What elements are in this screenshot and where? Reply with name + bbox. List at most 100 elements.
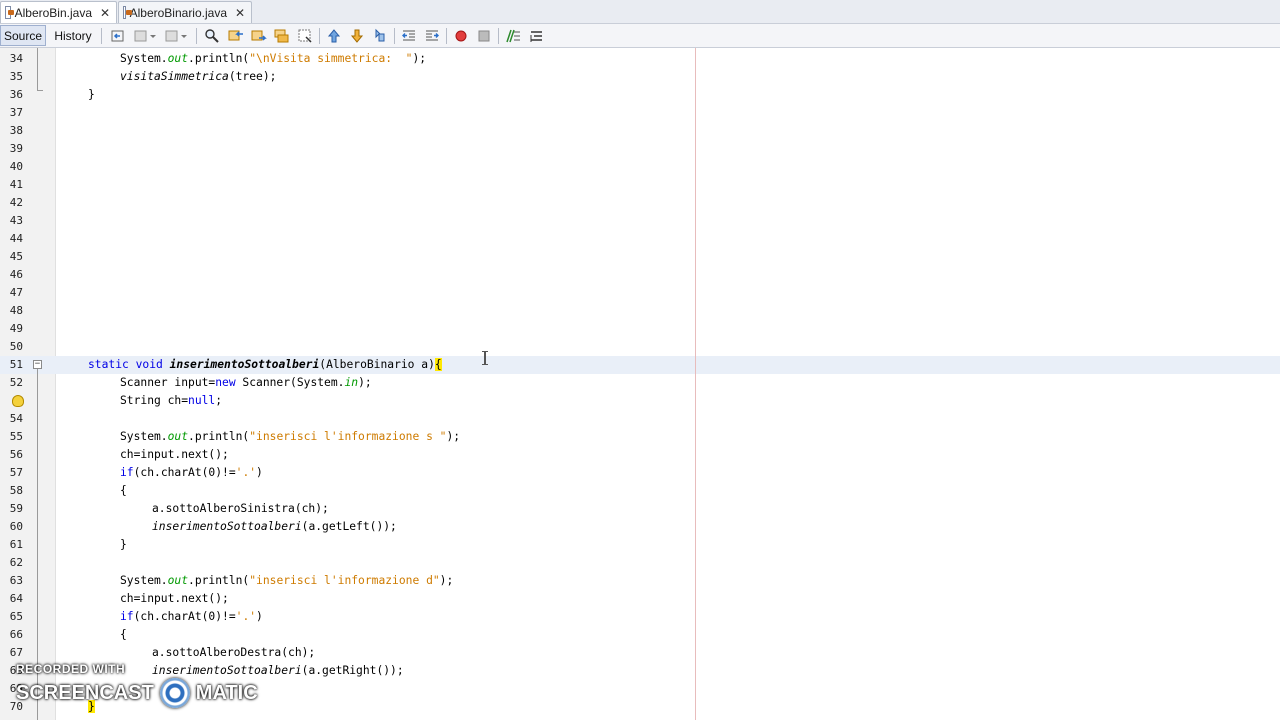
code-line[interactable]: 61} [0,536,1280,554]
code-text: visitaSimmetrica(tree); [120,68,276,86]
code-token: inserimentoSottoalberi [152,520,302,533]
code-line-current[interactable]: 51 static void inserimentoSottoalberi(Alb… [0,356,1280,374]
close-tab-icon[interactable]: ✕ [100,6,110,20]
start-macro-icon[interactable] [453,28,469,44]
code-line[interactable]: 62 [0,554,1280,572]
line-number: 39 [9,142,23,155]
code-line[interactable]: 36} [0,86,1280,104]
code-token: out [167,430,189,443]
code-line[interactable]: 48 [0,302,1280,320]
code-line[interactable]: 59 a.sottoAlberoSinistra(ch); [0,500,1280,518]
line-number: 36 [9,88,23,101]
tab-label: AlberoBin.java [14,5,92,20]
java-file-icon [123,6,131,19]
code-token: } [88,88,95,101]
code-token: { [120,628,127,641]
code-token: "inserisci l'informazione s " [249,430,447,443]
code-line[interactable]: 37 [0,104,1280,122]
code-line[interactable]: 47 [0,284,1280,302]
fold-toggle-icon[interactable]: − [33,360,42,369]
code-line[interactable]: 50 [0,338,1280,356]
code-text: a.sottoAlberoDestra(ch); [152,644,315,662]
code-line[interactable]: 34 System.out.println("\nVisita simmetric… [0,50,1280,68]
code-text: if(ch.charAt(0)!='.') [120,464,263,482]
uncomment-icon[interactable] [528,28,544,44]
line-number: 46 [9,268,23,281]
java-file-icon [5,6,14,19]
code-line[interactable]: 41 [0,176,1280,194]
code-line[interactable]: 49 [0,320,1280,338]
code-line[interactable]: 67 a.sottoAlberoDestra(ch); [0,644,1280,662]
code-token: null [188,394,216,407]
code-token: inserimentoSottoalberi [152,664,302,677]
code-line[interactable]: 40 [0,158,1280,176]
code-token: ); [446,430,461,443]
stop-macro-icon[interactable] [476,28,492,44]
recorded-with-label: RECORDED WITH [16,662,126,676]
code-text: static void inserimentoSottoalberi(Alber… [88,356,442,374]
code-editor[interactable]: 34 System.out.println("\nVisita simmetric… [0,48,1280,720]
code-line[interactable]: 54 [0,410,1280,428]
code-line[interactable]: 43 [0,212,1280,230]
code-line[interactable]: 64 ch=input.next(); [0,590,1280,608]
tab-alberobin-java[interactable]: AlberoBin.java ✕ [0,1,117,23]
next-bookmark-icon[interactable] [349,28,365,44]
find-selection-icon[interactable] [274,28,290,44]
code-line[interactable]: 60 inserimentoSottoalberi(a.getLeft()); [0,518,1280,536]
code-line[interactable]: 65 if(ch.charAt(0)!='.') [0,608,1280,626]
screencast-logo-icon [159,678,190,708]
line-number: 62 [9,556,23,569]
code-line[interactable]: 66 { [0,626,1280,644]
find-icon[interactable] [204,28,220,44]
code-text: inserimentoSottoalberi(a.getLeft()); [152,518,397,536]
code-line[interactable]: 44 [0,230,1280,248]
code-line[interactable]: 42 [0,194,1280,212]
code-line[interactable]: 56 ch=input.next(); [0,446,1280,464]
code-line[interactable]: 38 [0,122,1280,140]
code-token: visitaSimmetrica [120,70,229,83]
code-line[interactable]: 39 [0,140,1280,158]
previous-bookmark-icon[interactable] [326,28,342,44]
code-line[interactable]: 57 if(ch.charAt(0)!='.') [0,464,1280,482]
find-previous-icon[interactable] [228,28,244,44]
code-line[interactable]: String ch=null; [0,392,1280,410]
code-line[interactable]: 63 System.out.println("inserisci l'inform… [0,572,1280,590]
back-icon[interactable] [133,28,149,44]
code-line[interactable]: 55 System.out.println("inserisci l'inform… [0,428,1280,446]
code-token: a.sottoAlberoDestra(ch); [152,646,316,659]
code-line[interactable]: 52 Scanner input=new Scanner(System.in); [0,374,1280,392]
history-view-button[interactable]: History [50,25,96,46]
line-number: 34 [9,52,23,65]
code-token: in [344,376,359,389]
comment-icon[interactable] [505,28,521,44]
line-number: 35 [9,70,23,83]
code-token: { [434,358,442,371]
hint-bulb-icon[interactable] [12,395,24,407]
code-line[interactable]: 46 [0,266,1280,284]
shift-right-icon[interactable] [424,28,440,44]
code-token: ; [215,394,223,407]
toggle-bookmark-icon[interactable] [372,28,388,44]
code-token: System. [120,574,168,587]
last-edit-icon[interactable] [110,28,126,44]
line-number: 45 [9,250,23,263]
line-number: 60 [9,520,23,533]
editor-tab-strip: AlberoBin.java ✕ AlberoBinario.java ✕ [0,0,1280,24]
shift-left-icon[interactable] [401,28,417,44]
code-token: static void [88,358,170,371]
screencast-o-matic-logo: SCREENCAST MATIC [16,678,258,708]
toggle-highlight-icon[interactable] [297,28,313,44]
forward-icon[interactable] [164,28,180,44]
back-dropdown-icon[interactable] [149,28,157,44]
tab-alberobinario-java[interactable]: AlberoBinario.java ✕ [118,1,252,23]
source-view-button[interactable]: Source [0,25,46,46]
close-tab-icon[interactable]: ✕ [235,6,245,20]
forward-dropdown-icon[interactable] [180,28,188,44]
code-text: Scanner input=new Scanner(System.in); [120,374,372,392]
code-line[interactable]: 58 { [0,482,1280,500]
code-line[interactable]: 35 visitaSimmetrica(tree); [0,68,1280,86]
line-number: 44 [9,232,23,245]
code-line[interactable]: 45 [0,248,1280,266]
find-next-icon[interactable] [251,28,267,44]
code-text: ch=input.next(); [120,446,229,464]
